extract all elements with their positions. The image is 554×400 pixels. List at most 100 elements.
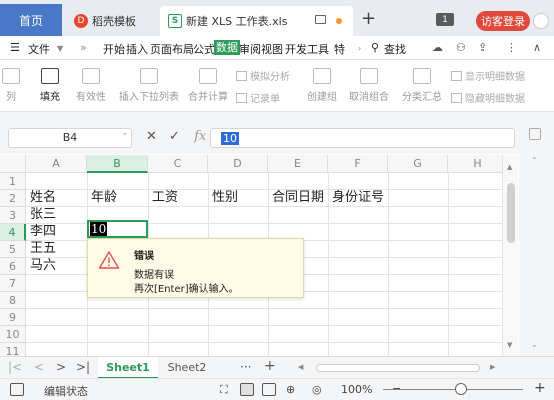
create-group-button[interactable]: 创建组 xyxy=(304,68,340,103)
menu-insert[interactable]: 插入 xyxy=(126,41,148,57)
menu-view[interactable]: 视图 xyxy=(261,41,283,57)
formula-input[interactable]: 10 xyxy=(210,128,515,148)
row-header-6[interactable]: 6 xyxy=(0,258,26,275)
subtotal-button[interactable]: 分类汇总 xyxy=(400,68,444,103)
menu-special[interactable]: 特 xyxy=(334,41,345,57)
cell-d2[interactable]: 性别 xyxy=(209,189,238,206)
column-header-f[interactable]: F xyxy=(328,155,388,173)
hamburger-icon[interactable]: ☰ xyxy=(10,41,20,54)
avatar[interactable] xyxy=(533,13,549,29)
show-detail-button[interactable]: 显示明细数据 xyxy=(451,68,525,83)
row-header-2[interactable]: 2 xyxy=(0,190,26,207)
column-header-b[interactable]: B xyxy=(87,155,148,173)
tab-docer[interactable]: D 稻壳模板 xyxy=(66,6,154,36)
search-icon[interactable]: ⚲ xyxy=(371,41,379,54)
add-sheet-button[interactable]: + xyxy=(264,358,276,374)
share-icon[interactable]: ⇪ xyxy=(478,41,487,54)
chevron-down-icon[interactable]: ⌄ xyxy=(531,340,538,349)
cell-a6[interactable]: 马六 xyxy=(27,257,56,274)
cell-c2[interactable]: 工资 xyxy=(149,189,178,206)
row-header-3[interactable]: 3 xyxy=(0,207,26,224)
menu-page-layout[interactable]: 页面布局 xyxy=(150,41,194,57)
menu-developer[interactable]: 开发工具 xyxy=(285,41,329,57)
what-if-analysis-button[interactable]: 模拟分析 xyxy=(236,68,290,83)
chevron-right-icon[interactable]: » xyxy=(80,41,87,54)
last-sheet-icon[interactable]: >| xyxy=(76,360,90,374)
cell-a5[interactable]: 王五 xyxy=(27,240,56,257)
macro-icon[interactable] xyxy=(10,383,24,396)
column-header-e[interactable]: E xyxy=(268,155,328,173)
vertical-scrollbar[interactable]: ▲ ▼ xyxy=(502,155,518,356)
hide-detail-button[interactable]: 隐藏明细数据 xyxy=(451,90,525,105)
row-header-5[interactable]: 5 xyxy=(0,241,26,258)
more-icon[interactable]: ⋮ xyxy=(506,41,517,54)
chevron-right-icon[interactable]: › xyxy=(358,44,361,53)
scroll-down-icon[interactable]: ▼ xyxy=(507,341,512,349)
sheet-tab-sheet2[interactable]: Sheet2 xyxy=(160,357,214,379)
select-all-corner[interactable] xyxy=(0,155,26,173)
page-layout-view-icon[interactable] xyxy=(262,383,276,396)
column-button[interactable]: 列 xyxy=(0,68,22,103)
zoom-slider-knob[interactable] xyxy=(455,383,467,395)
window-icon[interactable] xyxy=(529,128,541,140)
active-cell-b4[interactable]: 10 xyxy=(87,220,148,238)
more-sheets-button[interactable]: ··· xyxy=(240,360,251,374)
record-form-button[interactable]: 记录单 xyxy=(236,90,280,105)
tab-xls-file[interactable]: S 新建 XLS 工作表.xls xyxy=(160,6,353,36)
zoom-level[interactable]: 100% xyxy=(341,383,372,396)
cell-a2[interactable]: 姓名 xyxy=(27,189,56,206)
row-header-8[interactable]: 8 xyxy=(0,292,26,309)
horizontal-scroll-thumb[interactable] xyxy=(316,364,480,372)
monitor-icon[interactable] xyxy=(315,15,326,24)
fullscreen-icon[interactable]: ⛶ xyxy=(220,383,228,397)
column-header-d[interactable]: D xyxy=(208,155,268,173)
chevron-down-icon[interactable]: ˅ xyxy=(123,129,128,147)
cell-f2[interactable]: 身份证号 xyxy=(329,189,384,206)
zoom-slider[interactable] xyxy=(383,389,523,390)
cell-a3[interactable]: 张三 xyxy=(27,206,56,223)
scroll-left-icon[interactable]: ◀ xyxy=(298,363,303,371)
row-header-7[interactable]: 7 xyxy=(0,275,26,292)
row-header-10[interactable]: 10 xyxy=(0,326,26,343)
new-tab-button[interactable]: + xyxy=(361,8,376,29)
cell-e2[interactable]: 合同日期 xyxy=(269,189,324,206)
user-share-icon[interactable]: ⚇ xyxy=(456,41,466,54)
guest-login-button[interactable]: 访客登录 xyxy=(476,11,530,31)
scroll-right-icon[interactable]: ▶ xyxy=(490,363,495,371)
fill-button[interactable]: 填充 xyxy=(34,68,66,103)
page-break-icon[interactable]: ⊕ xyxy=(286,383,295,396)
row-header-11[interactable]: 11 xyxy=(0,343,26,356)
column-header-c[interactable]: C xyxy=(148,155,208,173)
prev-sheet-icon[interactable]: < xyxy=(34,360,44,374)
menu-file[interactable]: 文件 xyxy=(28,41,50,57)
cell-b2[interactable]: 年龄 xyxy=(88,189,117,206)
menu-home[interactable]: 开始 xyxy=(103,41,125,57)
search-button[interactable]: 查找 xyxy=(384,41,406,57)
name-box[interactable]: B4 ˅ xyxy=(8,128,132,148)
row-header-1[interactable]: 1 xyxy=(0,173,26,190)
menu-review[interactable]: 审阅 xyxy=(239,41,261,57)
column-header-g[interactable]: G xyxy=(388,155,448,173)
eye-protection-icon[interactable]: ◎ xyxy=(312,383,322,396)
consolidate-button[interactable]: 合并计算 xyxy=(186,68,230,103)
chevron-up-icon[interactable]: ⌃ xyxy=(531,156,538,165)
chevron-down-icon[interactable]: ▼ xyxy=(57,44,63,53)
collapse-ribbon-icon[interactable]: ∧ xyxy=(533,41,541,54)
cloud-icon[interactable]: ☁ xyxy=(432,41,443,54)
confirm-icon[interactable]: ✓ xyxy=(169,129,180,144)
cancel-icon[interactable]: ✕ xyxy=(146,129,157,144)
validation-button[interactable]: 有效性 xyxy=(70,68,112,103)
scroll-up-icon[interactable]: ▲ xyxy=(507,163,512,171)
column-header-h[interactable]: H xyxy=(448,155,502,173)
cell-a4[interactable]: 李四 xyxy=(27,223,56,240)
sheet-tab-sheet1[interactable]: Sheet1 xyxy=(98,357,158,379)
window-count-badge[interactable]: 1 xyxy=(436,13,454,26)
ungroup-button[interactable]: 取消组合 xyxy=(344,68,394,103)
menu-data[interactable]: 数据 xyxy=(214,40,240,55)
row-header-9[interactable]: 9 xyxy=(0,309,26,326)
menu-formula[interactable]: 公式 xyxy=(193,41,215,57)
column-header-a[interactable]: A xyxy=(26,155,87,173)
tab-home[interactable]: 首页 xyxy=(0,4,62,36)
vertical-scroll-thumb[interactable] xyxy=(507,183,515,243)
zoom-in-button[interactable]: + xyxy=(534,380,546,396)
